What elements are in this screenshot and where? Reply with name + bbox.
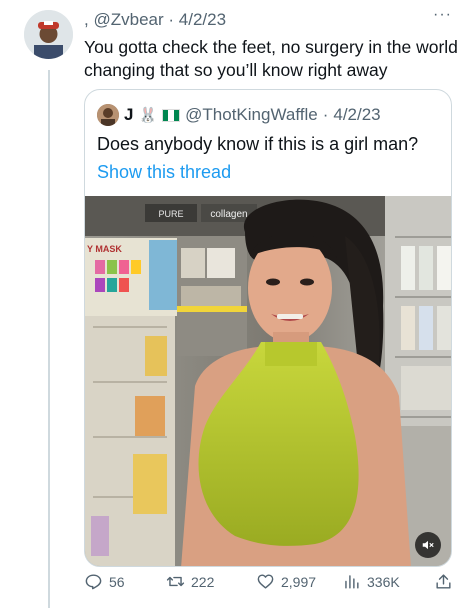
retweet-button[interactable]: 222: [166, 572, 214, 591]
display-name[interactable]: ,: [84, 10, 89, 29]
quoted-date[interactable]: 4/2/23: [333, 105, 380, 125]
tweet-header: , @Zvbear · 4/2/23: [84, 10, 226, 30]
store-sign-1-text: PURE: [158, 209, 183, 219]
quoted-header: J 🐰 @ThotKingWaffle · 4/2/23: [97, 104, 381, 126]
like-count: 2,997: [281, 573, 317, 590]
handle[interactable]: @Zvbear: [93, 10, 163, 29]
shelf-sign-text: Y MASK: [87, 244, 122, 254]
separator: ·: [322, 105, 329, 124]
tweet-actions: 56 222 2,997 336K: [84, 572, 456, 594]
retweet-count: 222: [191, 573, 215, 590]
heart-icon: [257, 574, 274, 589]
quoted-avatar[interactable]: [97, 104, 119, 126]
reply-button[interactable]: 56: [84, 572, 125, 591]
quoted-display-name[interactable]: J: [124, 105, 133, 125]
share-icon: [436, 574, 451, 589]
quoted-handle[interactable]: @ThotKingWaffle: [185, 105, 318, 125]
mute-icon: [422, 540, 434, 550]
avatar-image: [24, 10, 73, 59]
like-button[interactable]: 2,997: [256, 572, 316, 591]
retweet-icon: [166, 576, 185, 587]
share-button[interactable]: [434, 572, 453, 591]
views-icon: [345, 575, 359, 589]
separator: ·: [168, 10, 175, 29]
mute-button[interactable]: [415, 532, 441, 558]
thread-line: [48, 70, 50, 608]
quoted-media[interactable]: PURE collagen Y MASK: [85, 196, 451, 566]
quoted-text: Does anybody know if this is a girl man?: [97, 134, 419, 154]
store-sign-2-text: collagen: [210, 209, 247, 220]
views-button[interactable]: 336K: [342, 572, 400, 591]
flag-icon: [162, 108, 181, 122]
reply-icon: [85, 574, 102, 590]
more-options-icon[interactable]: ···: [433, 6, 452, 24]
tweet-date[interactable]: 4/2/23: [179, 10, 226, 29]
tweet-text: You gotta check the feet, no surgery in …: [84, 37, 458, 80]
view-count: 336K: [367, 573, 400, 590]
avatar[interactable]: [24, 10, 73, 59]
rabbit-icon: 🐰: [138, 107, 158, 124]
show-thread-link[interactable]: Show this thread: [97, 162, 231, 183]
quoted-tweet[interactable]: J 🐰 @ThotKingWaffle · 4/2/23 Does anybod…: [84, 89, 452, 567]
reply-count: 56: [109, 573, 125, 590]
media-image: PURE collagen Y MASK: [85, 196, 451, 566]
